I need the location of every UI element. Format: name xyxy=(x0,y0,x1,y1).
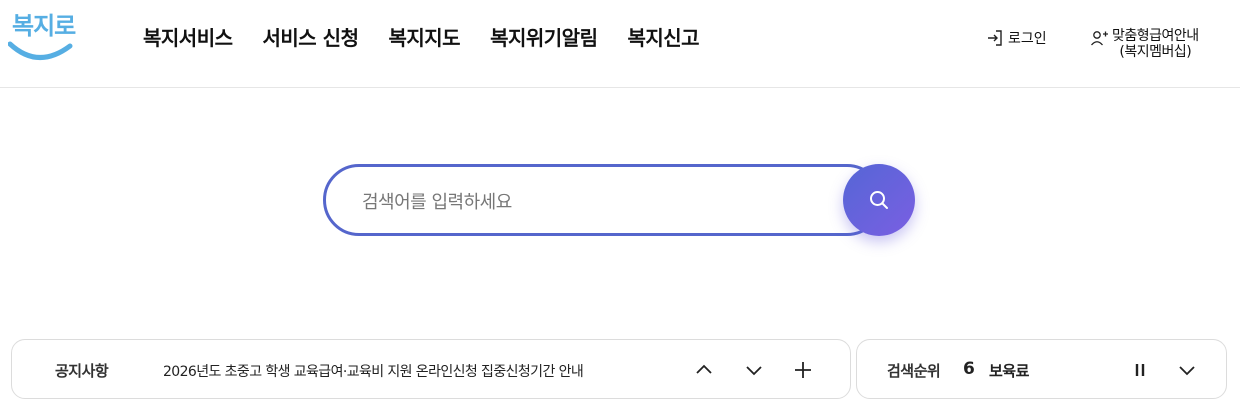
site-header: 복지로 복지서비스 서비스 신청 복지지도 복지위기알림 복지신고 로그인 맞춤… xyxy=(0,0,1240,88)
search-icon xyxy=(870,191,888,209)
membership-label-line2: (복지멤버십) xyxy=(1119,44,1192,60)
login-link[interactable]: 로그인 xyxy=(986,28,1047,48)
ranking-label: 검색순위 xyxy=(887,362,941,380)
search-button[interactable] xyxy=(843,164,915,236)
search-ranking-bar: 검색순위 6 보육료 xyxy=(856,339,1227,399)
chevron-up-icon xyxy=(696,364,712,374)
notice-label: 공지사항 xyxy=(55,362,109,380)
ranking-pause-button[interactable] xyxy=(1127,357,1153,383)
nav-welfare-map[interactable]: 복지지도 xyxy=(388,22,460,51)
search-input[interactable] xyxy=(362,187,832,217)
chevron-down-icon xyxy=(746,366,762,376)
main-nav: 복지서비스 서비스 신청 복지지도 복지위기알림 복지신고 xyxy=(143,22,700,51)
nav-welfare-crisis-alert[interactable]: 복지위기알림 xyxy=(490,22,598,51)
ranking-expand-button[interactable] xyxy=(1174,357,1200,383)
user-plus-icon xyxy=(1091,31,1108,46)
notice-bar: 공지사항 2026년도 초중고 학생 교육급여·교육비 지원 온라인신청 집중신… xyxy=(11,339,851,399)
search-area xyxy=(323,164,915,236)
logo-smile-icon xyxy=(8,41,73,60)
membership-label-line1: 맞춤형급여안내 xyxy=(1112,28,1199,44)
login-label: 로그인 xyxy=(1008,31,1047,47)
nav-welfare-report[interactable]: 복지신고 xyxy=(627,22,699,51)
ranking-number: 6 xyxy=(963,359,975,379)
notice-prev-button[interactable] xyxy=(691,357,717,383)
pause-icon xyxy=(1135,364,1145,376)
ranking-keyword[interactable]: 보육료 xyxy=(989,360,1029,381)
notice-headline[interactable]: 2026년도 초중고 학생 교육급여·교육비 지원 온라인신청 집중신청기간 안… xyxy=(163,361,584,381)
login-icon xyxy=(988,30,1002,46)
plus-icon xyxy=(795,362,811,378)
notice-next-button[interactable] xyxy=(741,357,767,383)
site-logo[interactable]: 복지로 xyxy=(8,6,76,64)
nav-welfare-services[interactable]: 복지서비스 xyxy=(143,22,233,51)
notice-more-button[interactable] xyxy=(790,357,816,383)
chevron-down-icon xyxy=(1179,366,1195,376)
membership-link[interactable]: 맞춤형급여안내 (복지멤버십) xyxy=(1090,28,1199,60)
search-box xyxy=(323,164,883,236)
nav-service-application[interactable]: 서비스 신청 xyxy=(263,22,359,51)
